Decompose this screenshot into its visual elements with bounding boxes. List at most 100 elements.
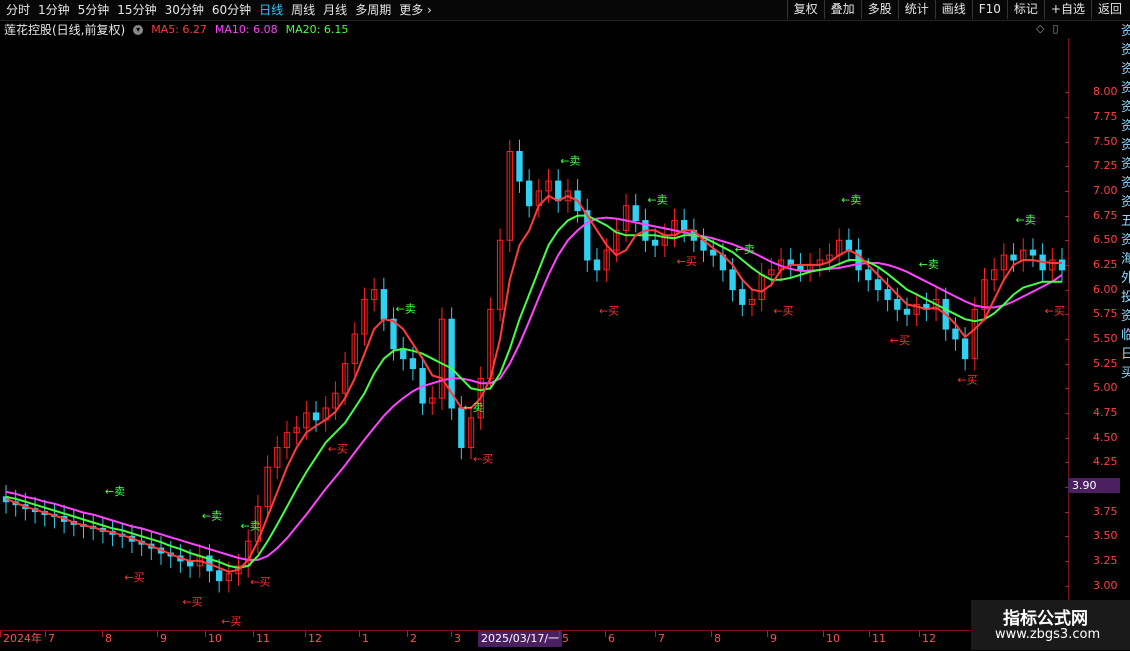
toolbar-button-1[interactable]: 叠加: [823, 0, 861, 19]
candle[interactable]: [816, 248, 823, 277]
sell-signal-label: ←卖: [241, 519, 261, 532]
candle[interactable]: [370, 277, 378, 312]
toolbar-button-2[interactable]: 多股: [860, 0, 898, 19]
candle[interactable]: [700, 228, 707, 262]
side-char: 外: [1121, 271, 1130, 286]
candle[interactable]: [681, 208, 688, 243]
y-tick-label: 3.50: [1093, 529, 1118, 543]
buy-signal-label: ←买: [124, 571, 144, 584]
kline-chart[interactable]: ←买 ←卖 ←买 ←卖 ←买 ←卖 ←买 ←卖 ←买 ←卖 ←买 ←卖 ←买 ←卖 ←买 ←卖 ←买 ←卖 ←买 ←卖…: [0, 38, 1068, 630]
period-tab-1[interactable]: 1分钟: [38, 1, 70, 19]
candle[interactable]: [758, 262, 765, 312]
candle[interactable]: [351, 322, 358, 376]
candle[interactable]: [215, 558, 223, 593]
period-tab-0[interactable]: 分时: [6, 1, 30, 19]
candle[interactable]: [845, 228, 853, 262]
toolbar-button-3[interactable]: 统计: [897, 0, 935, 19]
candle[interactable]: [651, 228, 659, 258]
ma20-label: MA20: 6.15: [285, 23, 349, 36]
x-tick-label: 3: [451, 631, 461, 645]
period-tab-6[interactable]: 日线: [259, 1, 283, 19]
y-tick: [1065, 511, 1069, 513]
candle[interactable]: [787, 248, 794, 277]
candle[interactable]: [739, 277, 746, 317]
toolbar-button-0[interactable]: 复权: [786, 0, 824, 19]
candle[interactable]: [671, 208, 678, 248]
period-tab-9[interactable]: 多周期: [355, 1, 391, 19]
y-tick: [1065, 462, 1069, 464]
y-tick-label: 6.00: [1093, 282, 1118, 296]
toolbar-button-6[interactable]: 标记: [1006, 0, 1044, 19]
y-tick-label: 5.75: [1093, 307, 1118, 321]
buy-signal-label: ←买: [221, 615, 241, 628]
candle[interactable]: [429, 386, 436, 415]
candle[interactable]: [400, 336, 407, 371]
candle[interactable]: [283, 420, 291, 460]
side-char: 资: [1121, 81, 1130, 96]
toolbar-button-7[interactable]: +自选: [1043, 0, 1091, 19]
candle[interactable]: [361, 287, 368, 346]
period-tab-5[interactable]: 60分钟: [212, 1, 251, 19]
y-tick-label: 5.50: [1093, 331, 1118, 345]
y-tick-label: 5.00: [1093, 381, 1118, 395]
side-char: 资: [1121, 43, 1130, 58]
candle[interactable]: [836, 228, 843, 267]
candle[interactable]: [593, 248, 601, 282]
candle[interactable]: [632, 193, 639, 233]
period-tab-7[interactable]: 周线: [291, 1, 315, 19]
candle[interactable]: [971, 297, 978, 371]
x-tick-label: 12: [919, 631, 936, 645]
x-tick-label: 7: [45, 631, 55, 645]
candle[interactable]: [991, 258, 998, 292]
candle[interactable]: [797, 253, 804, 282]
x-tick-label: 8: [102, 631, 112, 645]
candle[interactable]: [448, 307, 455, 420]
toolbar-button-4[interactable]: 画线: [934, 0, 972, 19]
period-tab-10[interactable]: 更多 ›: [399, 1, 432, 19]
watermark-title: 指标公式网: [1003, 609, 1088, 629]
sell-signal-label: ←卖: [202, 509, 222, 522]
y-tick-label: 3.00: [1093, 578, 1118, 592]
candle[interactable]: [438, 307, 446, 410]
candle[interactable]: [525, 169, 533, 218]
candle[interactable]: [1029, 238, 1037, 267]
side-char: 资: [1121, 233, 1130, 248]
y-tick: [1065, 560, 1069, 562]
candle[interactable]: [322, 396, 329, 432]
toolbar-button-5[interactable]: F10: [971, 0, 1007, 19]
panel-toggle-icon[interactable]: ▯: [1052, 22, 1058, 35]
candle[interactable]: [467, 406, 475, 460]
y-tick-label: 4.50: [1093, 430, 1118, 444]
settings-dropdown-icon[interactable]: ▾: [133, 24, 144, 35]
diamond-icon[interactable]: ◇: [1036, 22, 1044, 35]
candle[interactable]: [516, 139, 523, 193]
candle[interactable]: [555, 169, 562, 213]
candle[interactable]: [1020, 238, 1027, 272]
candle[interactable]: [1049, 248, 1056, 282]
period-tab-3[interactable]: 15分钟: [117, 1, 156, 19]
period-tab-8[interactable]: 月线: [323, 1, 347, 19]
period-tab-4[interactable]: 30分钟: [165, 1, 204, 19]
candle[interactable]: [923, 292, 930, 322]
candle[interactable]: [584, 198, 591, 272]
candle[interactable]: [245, 529, 252, 578]
candle[interactable]: [496, 228, 504, 322]
candle[interactable]: [274, 435, 281, 480]
candle[interactable]: [264, 455, 271, 519]
candle[interactable]: [293, 415, 300, 445]
period-tab-2[interactable]: 5分钟: [78, 1, 110, 19]
y-tick-label: 7.25: [1093, 159, 1118, 173]
chart-corner-icons: ◇ ▯: [1036, 22, 1059, 35]
toolbar-button-8[interactable]: 返回: [1090, 0, 1128, 19]
candle[interactable]: [913, 292, 920, 327]
sell-signal-label: ←卖: [919, 258, 939, 271]
candle[interactable]: [380, 277, 387, 332]
candle[interactable]: [748, 287, 756, 317]
y-tick: [1065, 437, 1069, 439]
y-tick: [1065, 190, 1069, 192]
sell-signal-label: ←卖: [735, 243, 755, 256]
x-tick-label: 9: [767, 631, 777, 645]
candle[interactable]: [506, 139, 513, 253]
candle[interactable]: [806, 253, 814, 282]
side-char: 日: [1121, 347, 1130, 362]
